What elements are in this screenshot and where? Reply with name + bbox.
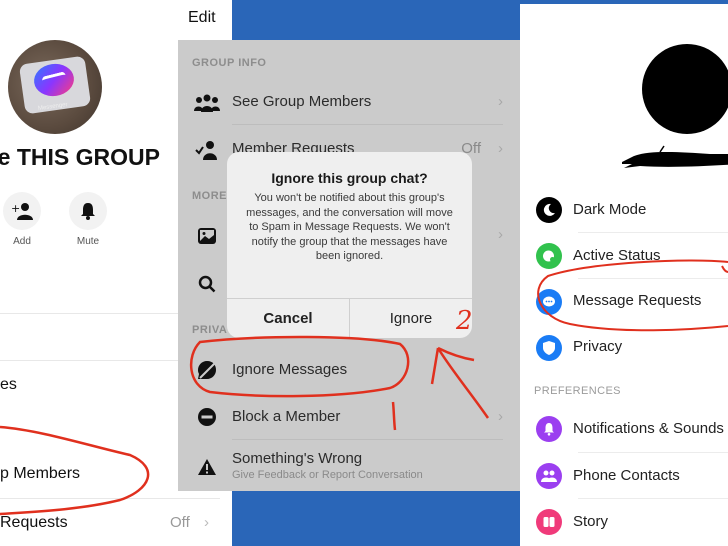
message-requests-label: Message Requests <box>573 292 702 309</box>
edit-button[interactable]: Edit <box>188 9 216 27</box>
moon-icon <box>536 197 562 223</box>
story-icon <box>536 509 562 535</box>
privacy-label: Privacy <box>573 338 623 355</box>
shield-icon <box>536 335 562 361</box>
chevron-right-icon: › <box>498 93 503 110</box>
photo-icon <box>194 223 220 249</box>
list-item-group-members[interactable]: p Members <box>0 465 80 483</box>
message-requests-row[interactable]: Message Requests <box>520 282 728 322</box>
divider <box>232 439 503 440</box>
people-icon <box>194 90 220 116</box>
section-header-privacy: PRIVA <box>192 324 228 336</box>
divider <box>578 232 728 233</box>
mute-label: Mute <box>76 236 100 247</box>
somethings-wrong-row[interactable]: Something's Wrong Give Feedback or Repor… <box>178 444 521 490</box>
messenger-settings-screen: Dark Mode Active Status Message Requests… <box>520 4 728 546</box>
svg-text:+: + <box>11 202 20 215</box>
ignore-button[interactable]: Ignore <box>350 299 472 338</box>
contacts-icon <box>536 463 562 489</box>
notifications-sounds-label: Notifications & Sounds <box>573 420 724 437</box>
search-icon <box>194 271 220 297</box>
section-header-preferences: PREFERENCES <box>534 385 621 397</box>
divider <box>0 360 178 361</box>
warning-icon <box>194 454 220 480</box>
active-status-icon <box>536 243 562 269</box>
cancel-button[interactable]: Cancel <box>227 299 349 338</box>
profile-drawing <box>622 145 728 168</box>
chat-bubble-icon <box>536 289 562 315</box>
phone-contacts-label: Phone Contacts <box>573 467 680 484</box>
dark-mode-label: Dark Mode <box>573 201 647 218</box>
dark-mode-row[interactable]: Dark Mode <box>520 190 728 230</box>
somethings-wrong-label: Something's Wrong <box>232 450 363 467</box>
divider <box>0 498 220 499</box>
group-avatar[interactable]: Messenger <box>8 40 102 134</box>
block-icon <box>194 404 220 430</box>
notifications-sounds-row[interactable]: Notifications & Sounds <box>520 409 728 449</box>
active-status-row[interactable]: Active Status <box>520 236 728 276</box>
divider <box>0 313 178 314</box>
member-requests-value: Off <box>170 514 190 531</box>
profile-picture[interactable] <box>642 44 728 134</box>
divider <box>578 452 728 453</box>
list-item-member-requests[interactable]: Requests <box>0 514 68 532</box>
divider <box>578 278 728 279</box>
phone-contacts-row[interactable]: Phone Contacts <box>520 456 728 496</box>
chevron-right-icon: › <box>498 140 503 157</box>
divider <box>232 124 503 125</box>
section-header-group-info: GROUP INFO <box>192 57 267 69</box>
bell-icon <box>536 416 562 442</box>
mute-button[interactable]: Mute <box>68 192 108 247</box>
group-name: te THIS GROUP <box>0 144 160 170</box>
chevron-right-icon: › <box>204 514 209 531</box>
block-member-label: Block a Member <box>232 408 341 425</box>
add-person-icon: + <box>3 192 41 230</box>
active-status-label: Active Status <box>573 247 661 264</box>
divider <box>578 498 728 499</box>
add-label: Add <box>13 236 31 247</box>
bell-icon <box>69 192 107 230</box>
list-item-media[interactable]: es <box>0 376 17 394</box>
privacy-row[interactable]: Privacy <box>520 328 728 368</box>
somethings-wrong-sublabel: Give Feedback or Report Conversation <box>232 469 423 481</box>
dialog-title: Ignore this group chat? <box>271 170 428 186</box>
ignore-messages-row[interactable]: Ignore Messages <box>178 350 521 390</box>
see-group-members-row[interactable]: See Group Members › <box>178 83 521 123</box>
chevron-right-icon: › <box>498 226 503 243</box>
block-member-row[interactable]: Block a Member › <box>178 397 521 437</box>
member-check-icon <box>194 137 220 163</box>
chevron-right-icon: › <box>498 408 503 425</box>
see-group-members-label: See Group Members <box>232 93 372 110</box>
story-label: Story <box>573 513 609 530</box>
ignore-chat-dialog: Ignore this group chat? You won't be not… <box>227 152 472 338</box>
story-row[interactable]: Story <box>520 502 728 542</box>
ignore-icon <box>194 357 220 383</box>
dialog-body: You won't be notified about this group's… <box>246 192 453 262</box>
section-header-more: MORE <box>192 190 227 202</box>
add-button[interactable]: + Add <box>2 192 42 247</box>
ignore-messages-label: Ignore Messages <box>232 361 348 378</box>
